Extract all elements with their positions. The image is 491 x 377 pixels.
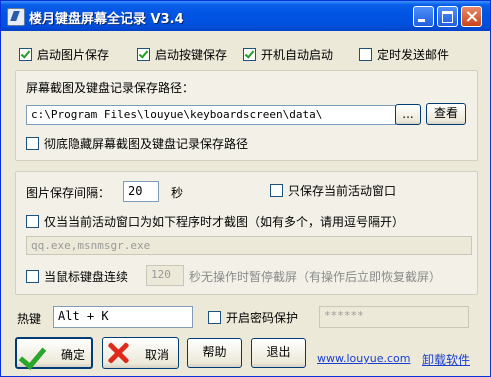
window-title: 楼月键盘屏幕全记录 V3.4 — [29, 12, 184, 27]
hide-path-label: 彻底隐藏屏幕截图及键盘记录保存路径 — [44, 137, 249, 151]
hotkey-label: 热键 — [17, 312, 42, 326]
browse-button[interactable]: ... — [395, 104, 421, 125]
program-list-input[interactable]: qq.exe,msnmsgr.exe — [26, 236, 472, 255]
view-button[interactable]: 查看 — [426, 103, 466, 125]
idle-pause-checkbox[interactable] — [26, 270, 39, 283]
cancel-label: 取消 — [145, 348, 170, 362]
main-window: 楼月键盘屏幕全记录 V3.4 启动图片保存 启动按键保存 开机自动启动 定时发送… — [0, 0, 491, 377]
program-filter-checkbox[interactable] — [26, 215, 39, 228]
idle-seconds-input[interactable]: 120 — [146, 265, 184, 286]
password-protect-checkbox[interactable] — [208, 311, 221, 324]
program-filter-label: 仅当当前活动窗口为如下程序时才截图（如有多个，请用逗号隔开） — [44, 215, 405, 229]
save-path-group: 屏幕截图及键盘记录保存路径： c:\Program Files\louyue\k… — [15, 70, 478, 161]
password-input[interactable]: ****** — [319, 306, 469, 328]
auto-start-checkbox[interactable] — [243, 48, 256, 61]
start-image-save-label: 启动图片保存 — [37, 48, 110, 62]
minimize-button[interactable] — [413, 6, 434, 27]
interval-label: 图片保存间隔： — [26, 186, 111, 200]
interval-unit: 秒 — [171, 186, 184, 200]
website-link[interactable]: www.louyue.com — [317, 352, 410, 365]
start-key-save-label: 启动按键保存 — [155, 48, 228, 62]
hide-path-checkbox[interactable] — [26, 137, 39, 150]
cancel-x-icon — [107, 342, 129, 364]
start-key-save-checkbox[interactable] — [137, 48, 150, 61]
ok-button[interactable]: 确定 — [15, 337, 93, 370]
timed-email-label: 定时发送邮件 — [377, 48, 450, 62]
exit-button[interactable]: 退出 — [251, 338, 306, 368]
save-path-heading: 屏幕截图及键盘记录保存路径： — [26, 81, 195, 95]
save-path-input[interactable]: c:\Program Files\louyue\keyboardscreen\d… — [26, 105, 396, 125]
ok-label: 确定 — [61, 348, 86, 362]
interval-input[interactable]: 20 — [123, 181, 159, 202]
active-window-only-label: 只保存当前活动窗口 — [288, 184, 397, 198]
active-window-only-checkbox[interactable] — [270, 184, 283, 197]
close-button[interactable] — [461, 6, 482, 27]
help-button[interactable]: 帮助 — [187, 338, 242, 368]
app-icon — [7, 8, 25, 26]
title-bar[interactable]: 楼月键盘屏幕全记录 V3.4 — [1, 1, 490, 31]
check-icon — [18, 341, 47, 370]
cancel-button[interactable]: 取消 — [102, 337, 179, 369]
uninstall-link[interactable]: 卸载软件 — [422, 351, 470, 368]
idle-pause-suffix: 秒无操作时暂停截屏（有操作后立即恢复截屏） — [189, 270, 442, 284]
timed-email-checkbox[interactable] — [359, 48, 372, 61]
start-image-save-checkbox[interactable] — [19, 48, 32, 61]
hotkey-input[interactable]: Alt + K — [53, 306, 193, 328]
capture-settings-group: 图片保存间隔： 20 秒 只保存当前活动窗口 仅当当前活动窗口为如下程序时才截图… — [15, 171, 478, 295]
idle-pause-prefix: 当鼠标键盘连续 — [44, 270, 129, 284]
password-protect-label: 开启密码保护 — [226, 311, 299, 325]
auto-start-label: 开机自动启动 — [261, 48, 334, 62]
maximize-button[interactable] — [437, 6, 458, 27]
